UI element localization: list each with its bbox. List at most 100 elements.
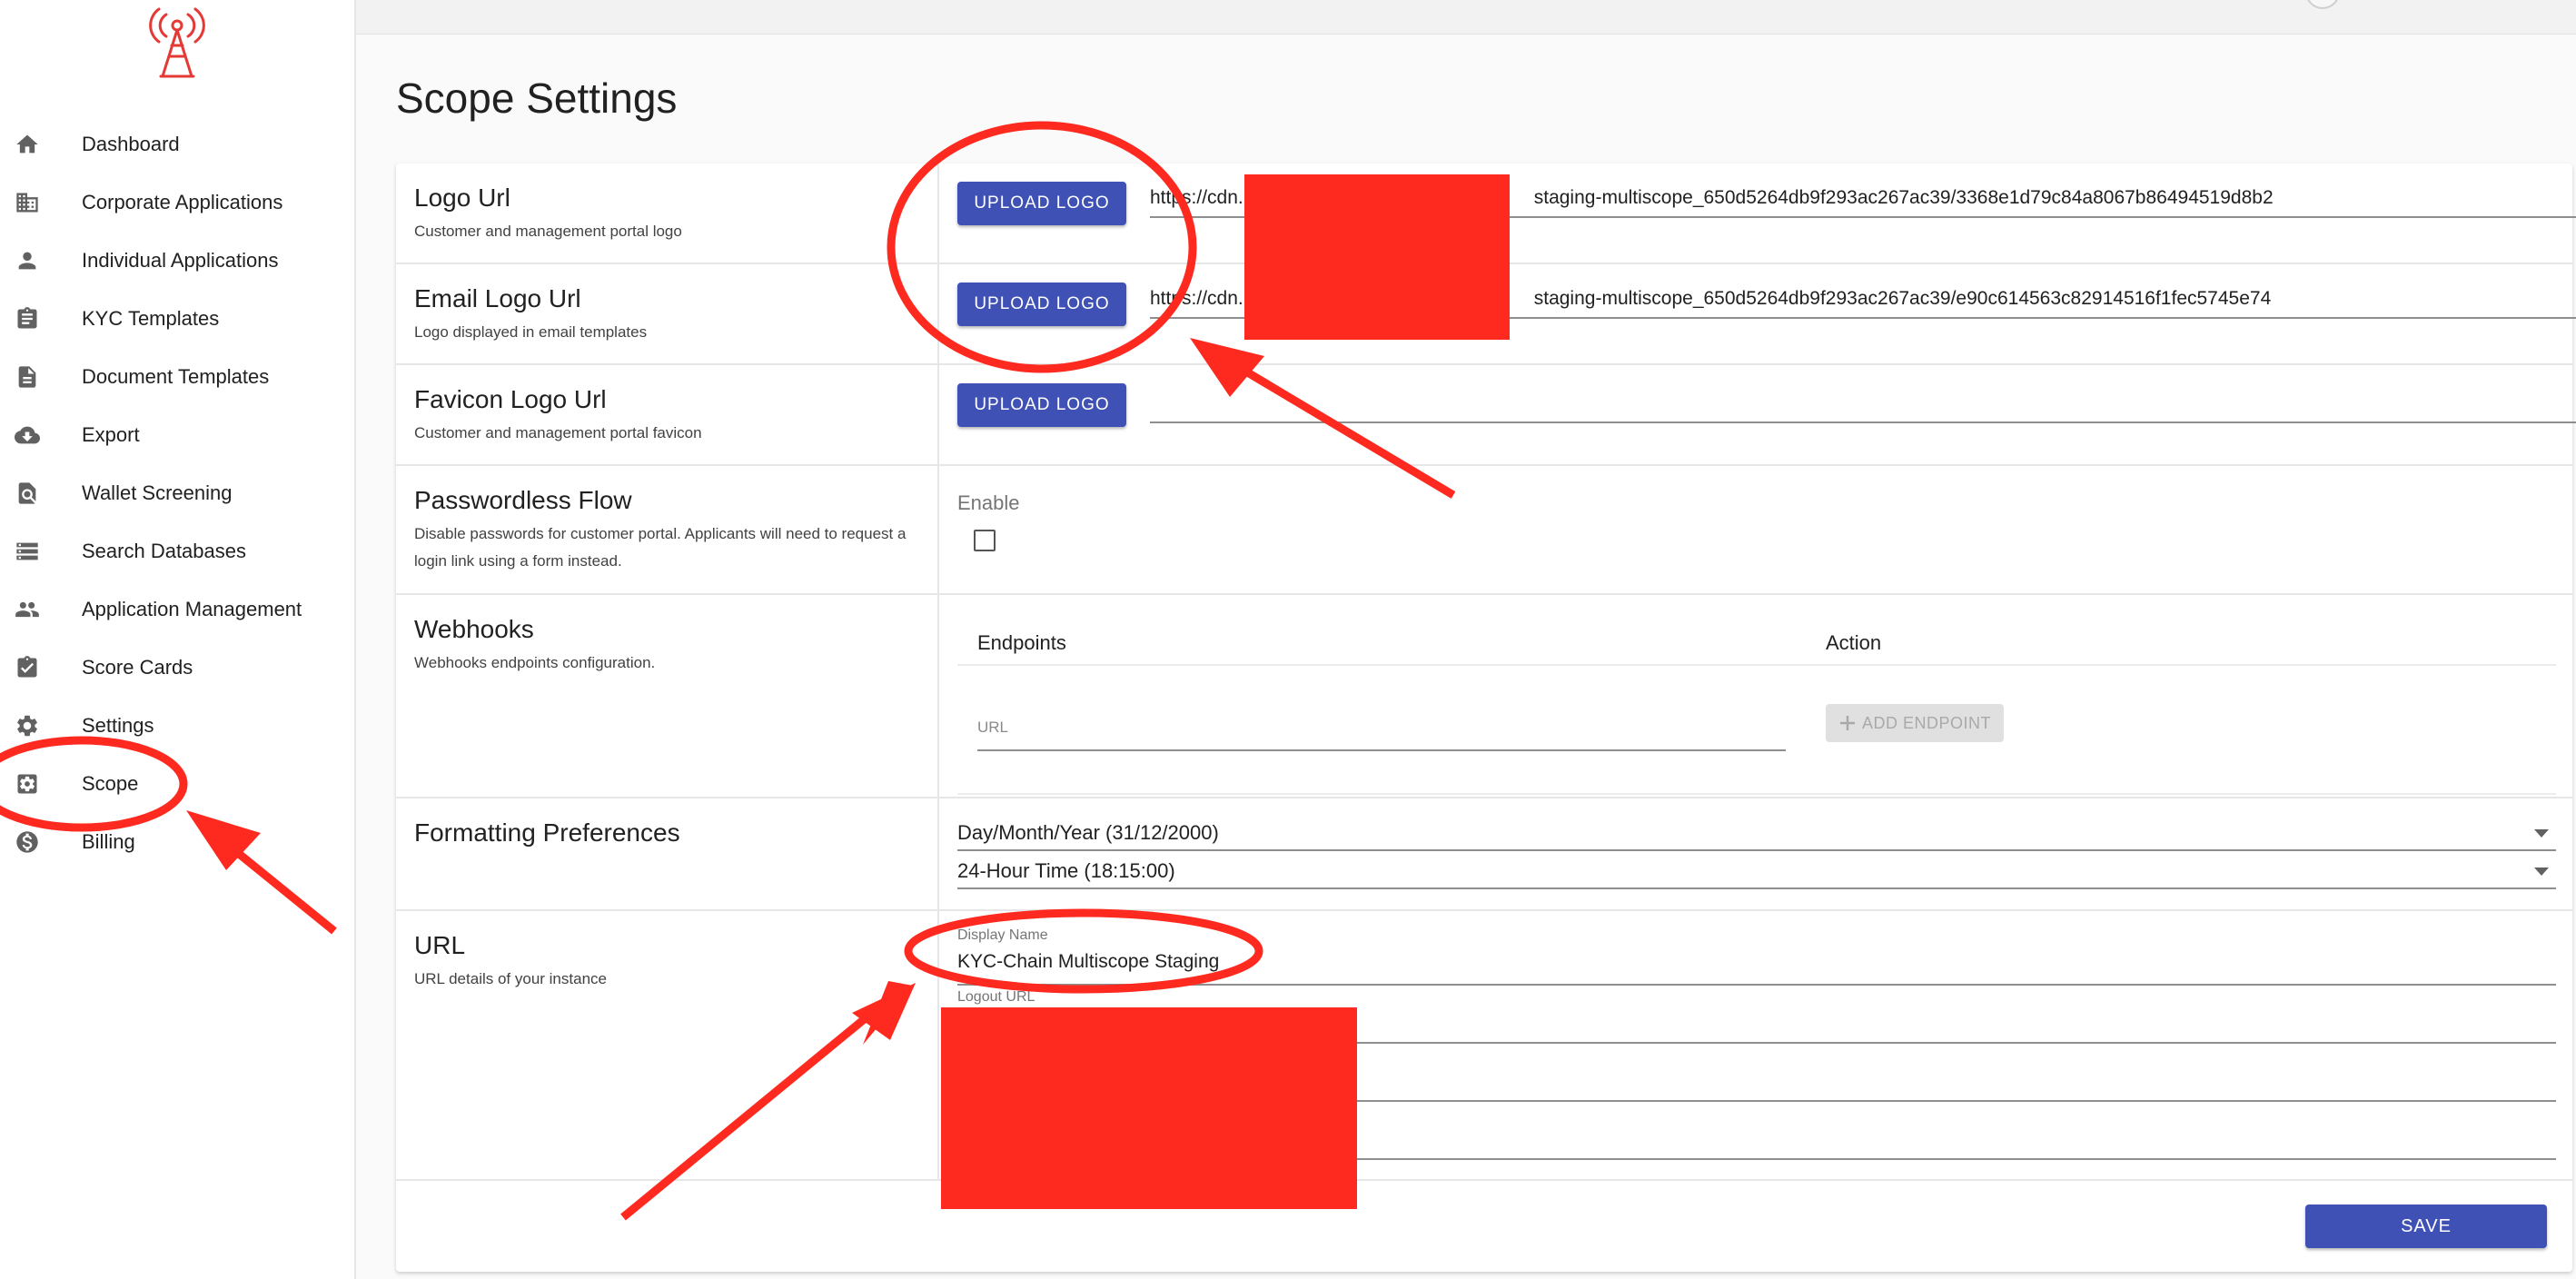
endpoints-column-header: Endpoints (977, 631, 1066, 654)
search-document-icon (18, 482, 36, 504)
chevron-down-icon (2534, 829, 2549, 838)
home-icon (16, 134, 38, 154)
upload-favicon-button[interactable]: UPLOAD LOGO (957, 383, 1126, 427)
webhooks-title: Webhooks (414, 615, 534, 643)
add-endpoint-label: ADD ENDPOINT (1861, 713, 1991, 732)
display-name-field[interactable]: Display Name KYC-Chain Multiscope Stagin… (957, 927, 2556, 986)
sidebar-item-kyc-templates[interactable]: KYC Templates (0, 290, 356, 348)
sidebar-item-label: Document Templates (82, 365, 270, 388)
email-logo-url-value-start: https://cdn. (1150, 288, 1243, 309)
url-info: URL URL details of your instance (396, 911, 939, 1179)
upload-email-logo-button[interactable]: UPLOAD LOGO (957, 283, 1126, 326)
cloud-download-icon (15, 426, 40, 444)
webhooks-description: Webhooks endpoints configuration. (414, 654, 656, 671)
sidebar-item-wallet-screening[interactable]: Wallet Screening (0, 464, 356, 522)
logo-url-description: Customer and management portal logo (414, 223, 682, 240)
sidebar: Dashboard Corporate Applications Individ… (0, 0, 356, 1279)
passwordless-flow-description-line1: Disable passwords for customer portal. A… (414, 525, 907, 542)
display-name-value: KYC-Chain Multiscope Staging (957, 951, 1220, 972)
sidebar-item-label: Search Databases (82, 540, 246, 562)
save-button[interactable]: SAVE (2305, 1205, 2547, 1248)
radio-tower-icon[interactable] (141, 5, 213, 80)
upload-logo-button[interactable]: UPLOAD LOGO (957, 182, 1126, 225)
logout-url-label: Logout URL (957, 989, 1035, 1005)
url-row: URL URL details of your instance Display… (396, 911, 2572, 1181)
formatting-preferences-title: Formatting Preferences (414, 818, 680, 847)
email-logo-url-title: Email Logo Url (414, 284, 581, 312)
sidebar-item-label: Export (82, 423, 140, 446)
email-logo-url-value-end: staging-multiscope_650d5264db9f293ac267a… (1533, 288, 2272, 309)
sidebar-item-settings[interactable]: Settings (0, 697, 356, 755)
person-icon (18, 252, 36, 270)
passwordless-flow-info: Passwordless Flow Disable passwords for … (396, 466, 939, 593)
url-description: URL details of your instance (414, 970, 607, 987)
building-icon (16, 193, 38, 213)
redaction-block-top (1244, 174, 1510, 340)
favicon-logo-url-row: Favicon Logo Url Customer and management… (396, 365, 2576, 466)
top-app-bar (356, 0, 2576, 35)
email-logo-url-description: Logo displayed in email templates (414, 323, 648, 341)
plus-icon (1839, 716, 1855, 730)
webhooks-row: Webhooks Webhooks endpoints configuratio… (396, 595, 2572, 798)
display-name-label: Display Name (957, 927, 1048, 943)
sidebar-item-label: Settings (82, 714, 154, 737)
sidebar-item-billing[interactable]: Billing (0, 813, 356, 871)
webhook-url-input[interactable]: URL (977, 700, 1786, 751)
logo-url-value-start: https://cdn. (1150, 187, 1243, 208)
sidebar-item-application-management[interactable]: Application Management (0, 580, 356, 639)
sidebar-item-label: Billing (82, 830, 135, 853)
sidebar-item-label: KYC Templates (82, 307, 220, 330)
favicon-logo-url-info: Favicon Logo Url Customer and management… (396, 365, 939, 464)
sidebar-item-label: Score Cards (82, 656, 193, 679)
time-format-select[interactable]: 24-Hour Time (18:15:00) (957, 855, 2556, 889)
gear-icon (17, 715, 37, 737)
sidebar-item-label: Wallet Screening (82, 481, 233, 504)
document-icon (18, 366, 36, 388)
sidebar-item-score-cards[interactable]: Score Cards (0, 639, 356, 697)
sidebar-item-document-templates[interactable]: Document Templates (0, 348, 356, 406)
logo-url-title: Logo Url (414, 183, 510, 212)
webhooks-info: Webhooks Webhooks endpoints configuratio… (396, 595, 939, 797)
sidebar-item-label: Corporate Applications (82, 191, 283, 213)
list-icon (16, 542, 38, 560)
add-endpoint-button[interactable]: ADD ENDPOINT (1826, 704, 2004, 742)
passwordless-flow-title: Passwordless Flow (414, 486, 632, 514)
sidebar-nav: Dashboard Corporate Applications Individ… (0, 115, 356, 871)
sidebar-item-scope[interactable]: Scope (0, 755, 356, 813)
date-format-value: Day/Month/Year (31/12/2000) (957, 821, 1219, 844)
favicon-logo-url-title: Favicon Logo Url (414, 385, 607, 413)
time-format-value: 24-Hour Time (18:15:00) (957, 859, 1175, 882)
date-format-select[interactable]: Day/Month/Year (31/12/2000) (957, 817, 2556, 851)
passwordless-enable-checkbox[interactable] (974, 530, 996, 551)
people-icon (15, 601, 39, 618)
sidebar-item-label: Dashboard (82, 133, 180, 155)
sidebar-item-search-databases[interactable]: Search Databases (0, 522, 356, 580)
webhook-url-placeholder: URL (977, 719, 1009, 736)
clipboard-icon (17, 307, 37, 329)
sidebar-item-label: Individual Applications (82, 249, 279, 272)
settings-box-icon (17, 774, 37, 794)
logo-url-info: Logo Url Customer and management portal … (396, 164, 939, 263)
page-title: Scope Settings (396, 74, 678, 122)
dollar-circle-icon (16, 831, 38, 853)
sidebar-item-label: Application Management (82, 598, 302, 620)
email-logo-url-info: Email Logo Url Logo displayed in email t… (396, 264, 939, 363)
action-column-header: Action (1826, 631, 1882, 654)
formatting-preferences-row: Formatting Preferences Day/Month/Year (3… (396, 798, 2572, 911)
formatting-preferences-info: Formatting Preferences (396, 798, 939, 909)
clipboard-check-icon (17, 656, 37, 678)
webhooks-table-header: Endpoints Action (957, 595, 2556, 666)
avatar[interactable] (2305, 0, 2340, 9)
passwordless-flow-row: Passwordless Flow Disable passwords for … (396, 466, 2572, 595)
sidebar-item-export[interactable]: Export (0, 406, 356, 464)
sidebar-item-dashboard[interactable]: Dashboard (0, 115, 356, 174)
favicon-logo-url-input[interactable] (1150, 387, 2576, 423)
chevron-down-icon (2534, 868, 2549, 876)
passwordless-flow-description-line2: login link using a form instead. (414, 552, 622, 570)
webhooks-table-divider (957, 793, 2556, 795)
sidebar-item-individual-applications[interactable]: Individual Applications (0, 232, 356, 290)
url-title: URL (414, 931, 466, 959)
redaction-block-bottom (941, 1007, 1357, 1209)
sidebar-item-corporate-applications[interactable]: Corporate Applications (0, 174, 356, 232)
logo-url-value-end: staging-multiscope_650d5264db9f293ac267a… (1533, 187, 2274, 208)
